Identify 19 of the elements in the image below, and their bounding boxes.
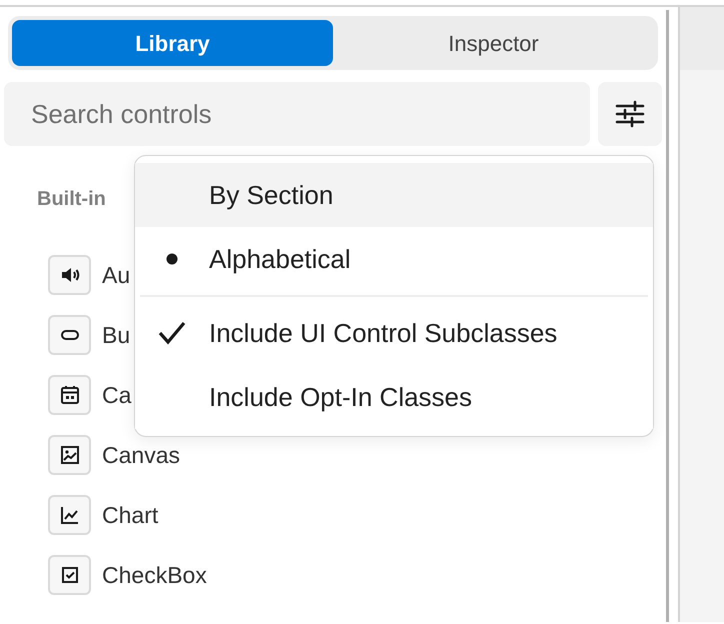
control-label[interactable]: Au: [102, 258, 130, 292]
menu-item[interactable]: Include UI Control Subclasses: [135, 301, 653, 365]
control-label[interactable]: CheckBox: [102, 558, 207, 592]
filter-button[interactable]: [598, 82, 662, 146]
search-field[interactable]: Search controls: [4, 82, 590, 146]
control-label[interactable]: Ca: [102, 378, 132, 412]
control-label[interactable]: Canvas: [102, 438, 180, 472]
control-label[interactable]: Bu: [102, 318, 130, 352]
sliders-icon: [615, 99, 645, 129]
control-label[interactable]: Chart: [102, 498, 158, 532]
section-header: Built-in: [37, 187, 106, 212]
tab[interactable]: Library: [12, 20, 333, 66]
menu-item[interactable]: Alphabetical: [135, 227, 653, 291]
image-icon: [58, 444, 80, 466]
tab[interactable]: Inspector: [333, 20, 654, 66]
menu-item[interactable]: Include Opt-In Classes: [135, 365, 653, 429]
menu-item[interactable]: By Section: [135, 163, 653, 227]
calendar-icon: [58, 384, 80, 406]
line-chart-icon: [58, 504, 80, 526]
